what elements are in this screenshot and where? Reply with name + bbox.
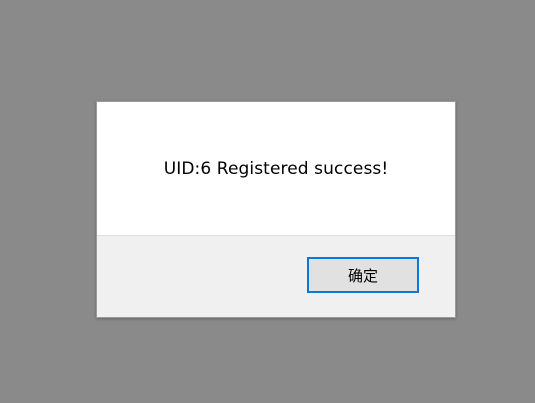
- dialog-message: UID:6 Registered success!: [163, 158, 389, 179]
- dialog-body: UID:6 Registered success!: [97, 102, 455, 235]
- ok-button[interactable]: 确定: [307, 257, 419, 293]
- dialog-footer: 确定: [97, 235, 455, 317]
- ok-button-label: 确定: [347, 266, 378, 285]
- alert-dialog: UID:6 Registered success! 确定: [96, 101, 456, 318]
